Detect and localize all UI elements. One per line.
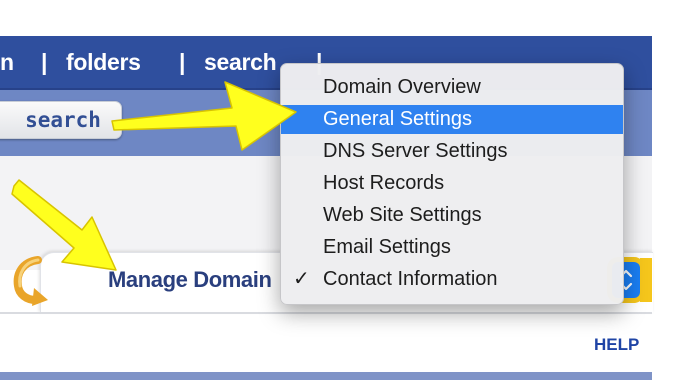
nav-item-partial[interactable]: n — [0, 49, 14, 76]
bottom-bar — [0, 372, 652, 380]
menu-item-label: Web Site Settings — [323, 204, 482, 226]
panel-divider — [0, 312, 652, 314]
menu-item-email-settings[interactable]: Email Settings — [281, 233, 623, 262]
menu-item-domain-overview[interactable]: Domain Overview — [281, 73, 623, 102]
search-button[interactable]: search — [0, 101, 122, 139]
back-arrow-icon[interactable] — [8, 254, 56, 306]
menu-item-dns-server-settings[interactable]: DNS Server Settings — [281, 137, 623, 166]
nav-separator: | — [179, 49, 186, 75]
menu-item-label: Email Settings — [323, 236, 451, 258]
menu-item-label: DNS Server Settings — [323, 140, 508, 162]
menu-item-general-settings[interactable]: General Settings — [281, 105, 623, 134]
menu-item-web-site-settings[interactable]: Web Site Settings — [281, 201, 623, 230]
select-highlight — [640, 258, 652, 302]
nav-item-folders[interactable]: folders — [66, 49, 141, 76]
menu-item-label: Domain Overview — [323, 76, 481, 98]
menu-item-label: Host Records — [323, 172, 445, 194]
manage-domain-label: Manage Domain — [108, 267, 272, 292]
nav-item-search[interactable]: search — [204, 49, 277, 76]
domain-section-dropdown-menu: Domain Overview General Settings DNS Ser… — [280, 63, 624, 305]
menu-item-contact-information[interactable]: ✓ Contact Information — [281, 265, 623, 294]
menu-item-host-records[interactable]: Host Records — [281, 169, 623, 198]
menu-item-label: Contact Information — [323, 268, 498, 290]
checkmark-icon: ✓ — [293, 268, 310, 290]
nav-separator: | — [41, 49, 48, 75]
menu-item-label: General Settings — [323, 108, 472, 130]
help-link[interactable]: HELP — [594, 335, 639, 355]
